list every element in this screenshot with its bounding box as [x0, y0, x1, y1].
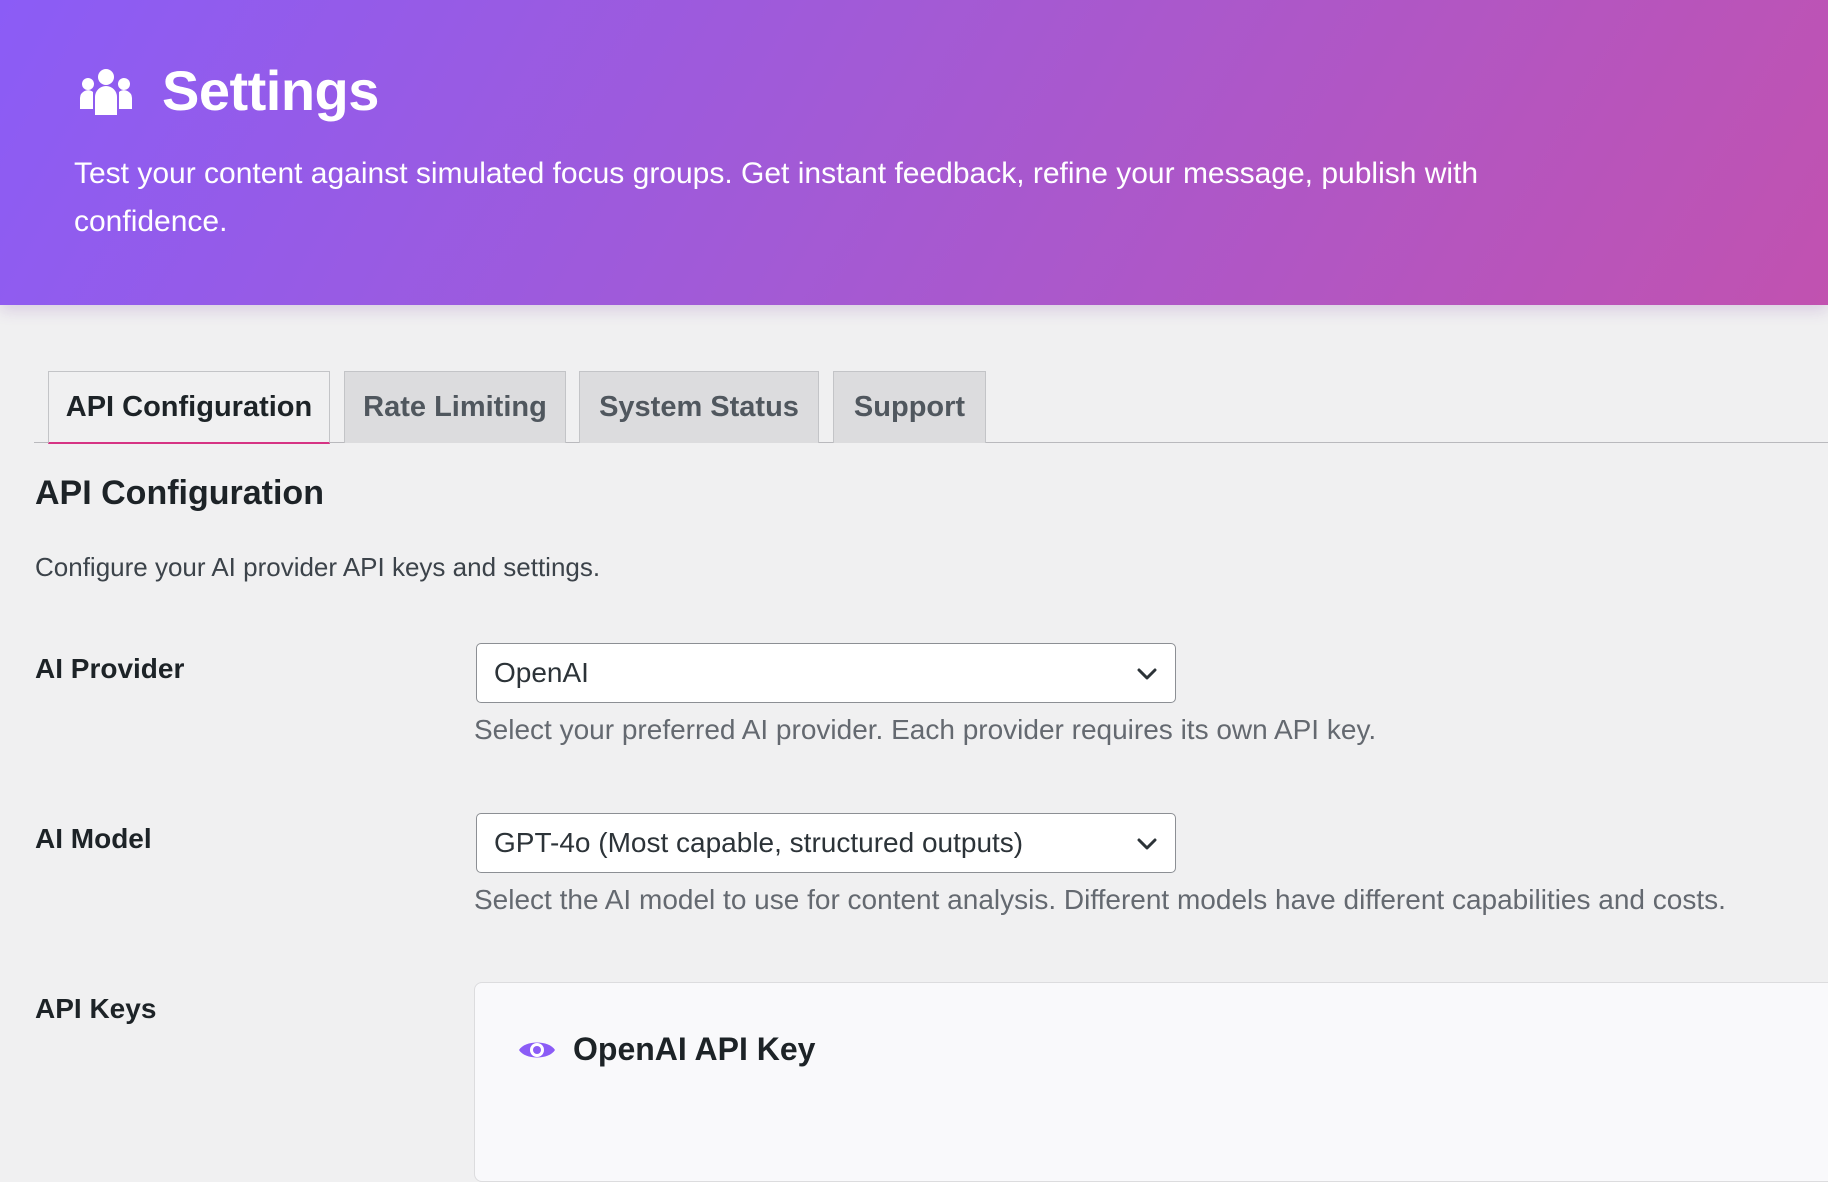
- tab-label: API Configuration: [65, 390, 313, 423]
- tab-support[interactable]: Support: [833, 371, 986, 443]
- openai-key-heading: OpenAI API Key: [517, 1031, 815, 1068]
- openai-key-title: OpenAI API Key: [573, 1031, 816, 1067]
- ai-provider-label: AI Provider: [35, 653, 185, 684]
- page-title: Settings: [162, 59, 379, 122]
- users-icon: [80, 69, 132, 115]
- tab-label: System Status: [599, 391, 799, 423]
- tab-api-configuration[interactable]: API Configuration: [48, 371, 330, 444]
- tab-label: Rate Limiting: [363, 391, 547, 423]
- ai-provider-help: Select your preferred AI provider. Each …: [474, 714, 1377, 745]
- eye-icon[interactable]: [517, 1036, 557, 1064]
- ai-model-label: AI Model: [35, 823, 152, 854]
- chevron-down-icon: [1137, 838, 1157, 850]
- ai-model-select[interactable]: GPT-4o (Most capable, structured outputs…: [476, 813, 1176, 873]
- tab-rate-limiting[interactable]: Rate Limiting: [344, 371, 566, 443]
- api-keys-card: OpenAI API Key: [474, 982, 1828, 1182]
- section-title: API Configuration: [35, 474, 324, 512]
- page-title-row: Settings: [78, 58, 379, 124]
- ai-model-value: GPT-4o (Most capable, structured outputs…: [494, 827, 1024, 858]
- settings-tabs: API Configuration Rate Limiting System S…: [34, 371, 1828, 444]
- ai-model-help: Select the AI model to use for content a…: [474, 884, 1726, 915]
- api-keys-label: API Keys: [35, 993, 157, 1024]
- ai-provider-select[interactable]: OpenAI: [476, 643, 1176, 703]
- chevron-down-icon: [1137, 668, 1157, 680]
- ai-provider-value: OpenAI: [494, 657, 589, 688]
- page-header: Settings Test your content against simul…: [0, 0, 1828, 305]
- tab-label: Support: [853, 391, 966, 423]
- section-description: Configure your AI provider API keys and …: [35, 552, 601, 582]
- page-description: Test your content against simulated focu…: [74, 157, 1479, 238]
- tab-system-status[interactable]: System Status: [579, 371, 819, 443]
